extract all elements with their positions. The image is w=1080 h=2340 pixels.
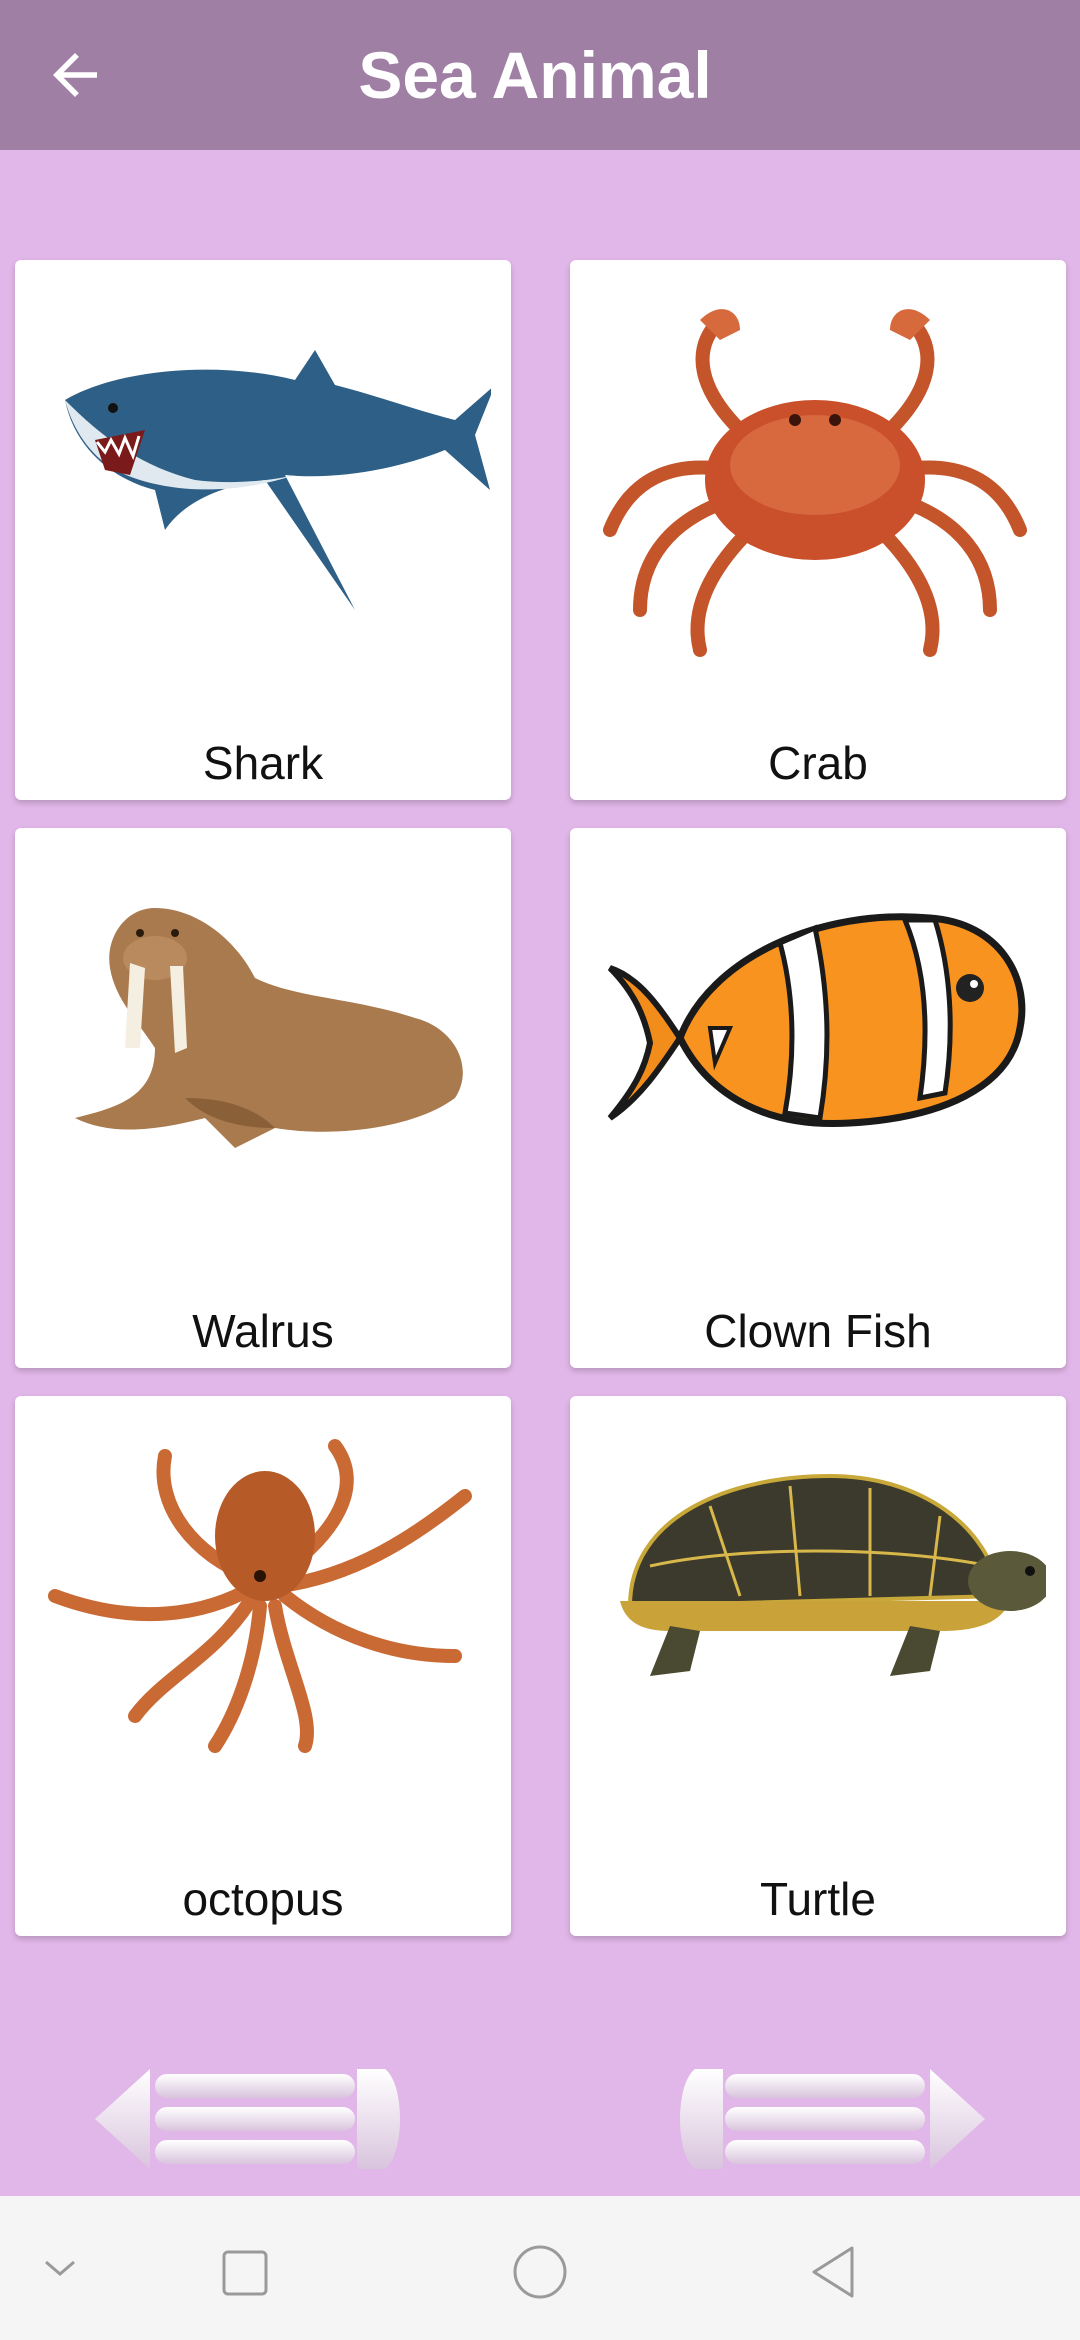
shark-image (65, 350, 491, 610)
octopus-image (48, 1439, 472, 1753)
page-title: Sea Animal (358, 38, 712, 112)
back-triangle-icon[interactable] (808, 2244, 858, 2300)
animal-card-octopus[interactable]: octopus (15, 1396, 511, 1936)
recents-square-icon[interactable] (220, 2248, 270, 2298)
animal-card-shark[interactable]: Shark (15, 260, 511, 800)
clownfish-image (607, 913, 1026, 1128)
animal-label: Walrus (192, 1305, 334, 1357)
home-circle-icon[interactable] (512, 2244, 568, 2300)
animal-label: Clown Fish (704, 1305, 932, 1357)
animal-label: Crab (768, 737, 868, 789)
animal-label: Turtle (760, 1873, 876, 1925)
back-button[interactable] (30, 30, 120, 120)
animal-card-clown-fish[interactable]: Clown Fish (570, 828, 1066, 1368)
crab-image (603, 309, 1027, 657)
animal-label: octopus (182, 1873, 344, 1925)
arrow-left-icon (53, 53, 97, 97)
previous-arrow-icon[interactable] (95, 2064, 415, 2174)
system-nav-bar (0, 2196, 1080, 2340)
app-bar: Sea Animal (0, 0, 1080, 150)
animal-label: Shark (202, 737, 324, 789)
animal-card-crab[interactable]: Crab (570, 260, 1066, 800)
turtle-image (620, 1473, 1046, 1676)
next-arrow-icon[interactable] (665, 2064, 985, 2174)
chevron-down-icon[interactable] (40, 2252, 80, 2284)
animal-card-turtle[interactable]: Turtle (570, 1396, 1066, 1936)
animal-card-walrus[interactable]: Walrus (15, 828, 511, 1368)
walrus-image (75, 908, 463, 1148)
